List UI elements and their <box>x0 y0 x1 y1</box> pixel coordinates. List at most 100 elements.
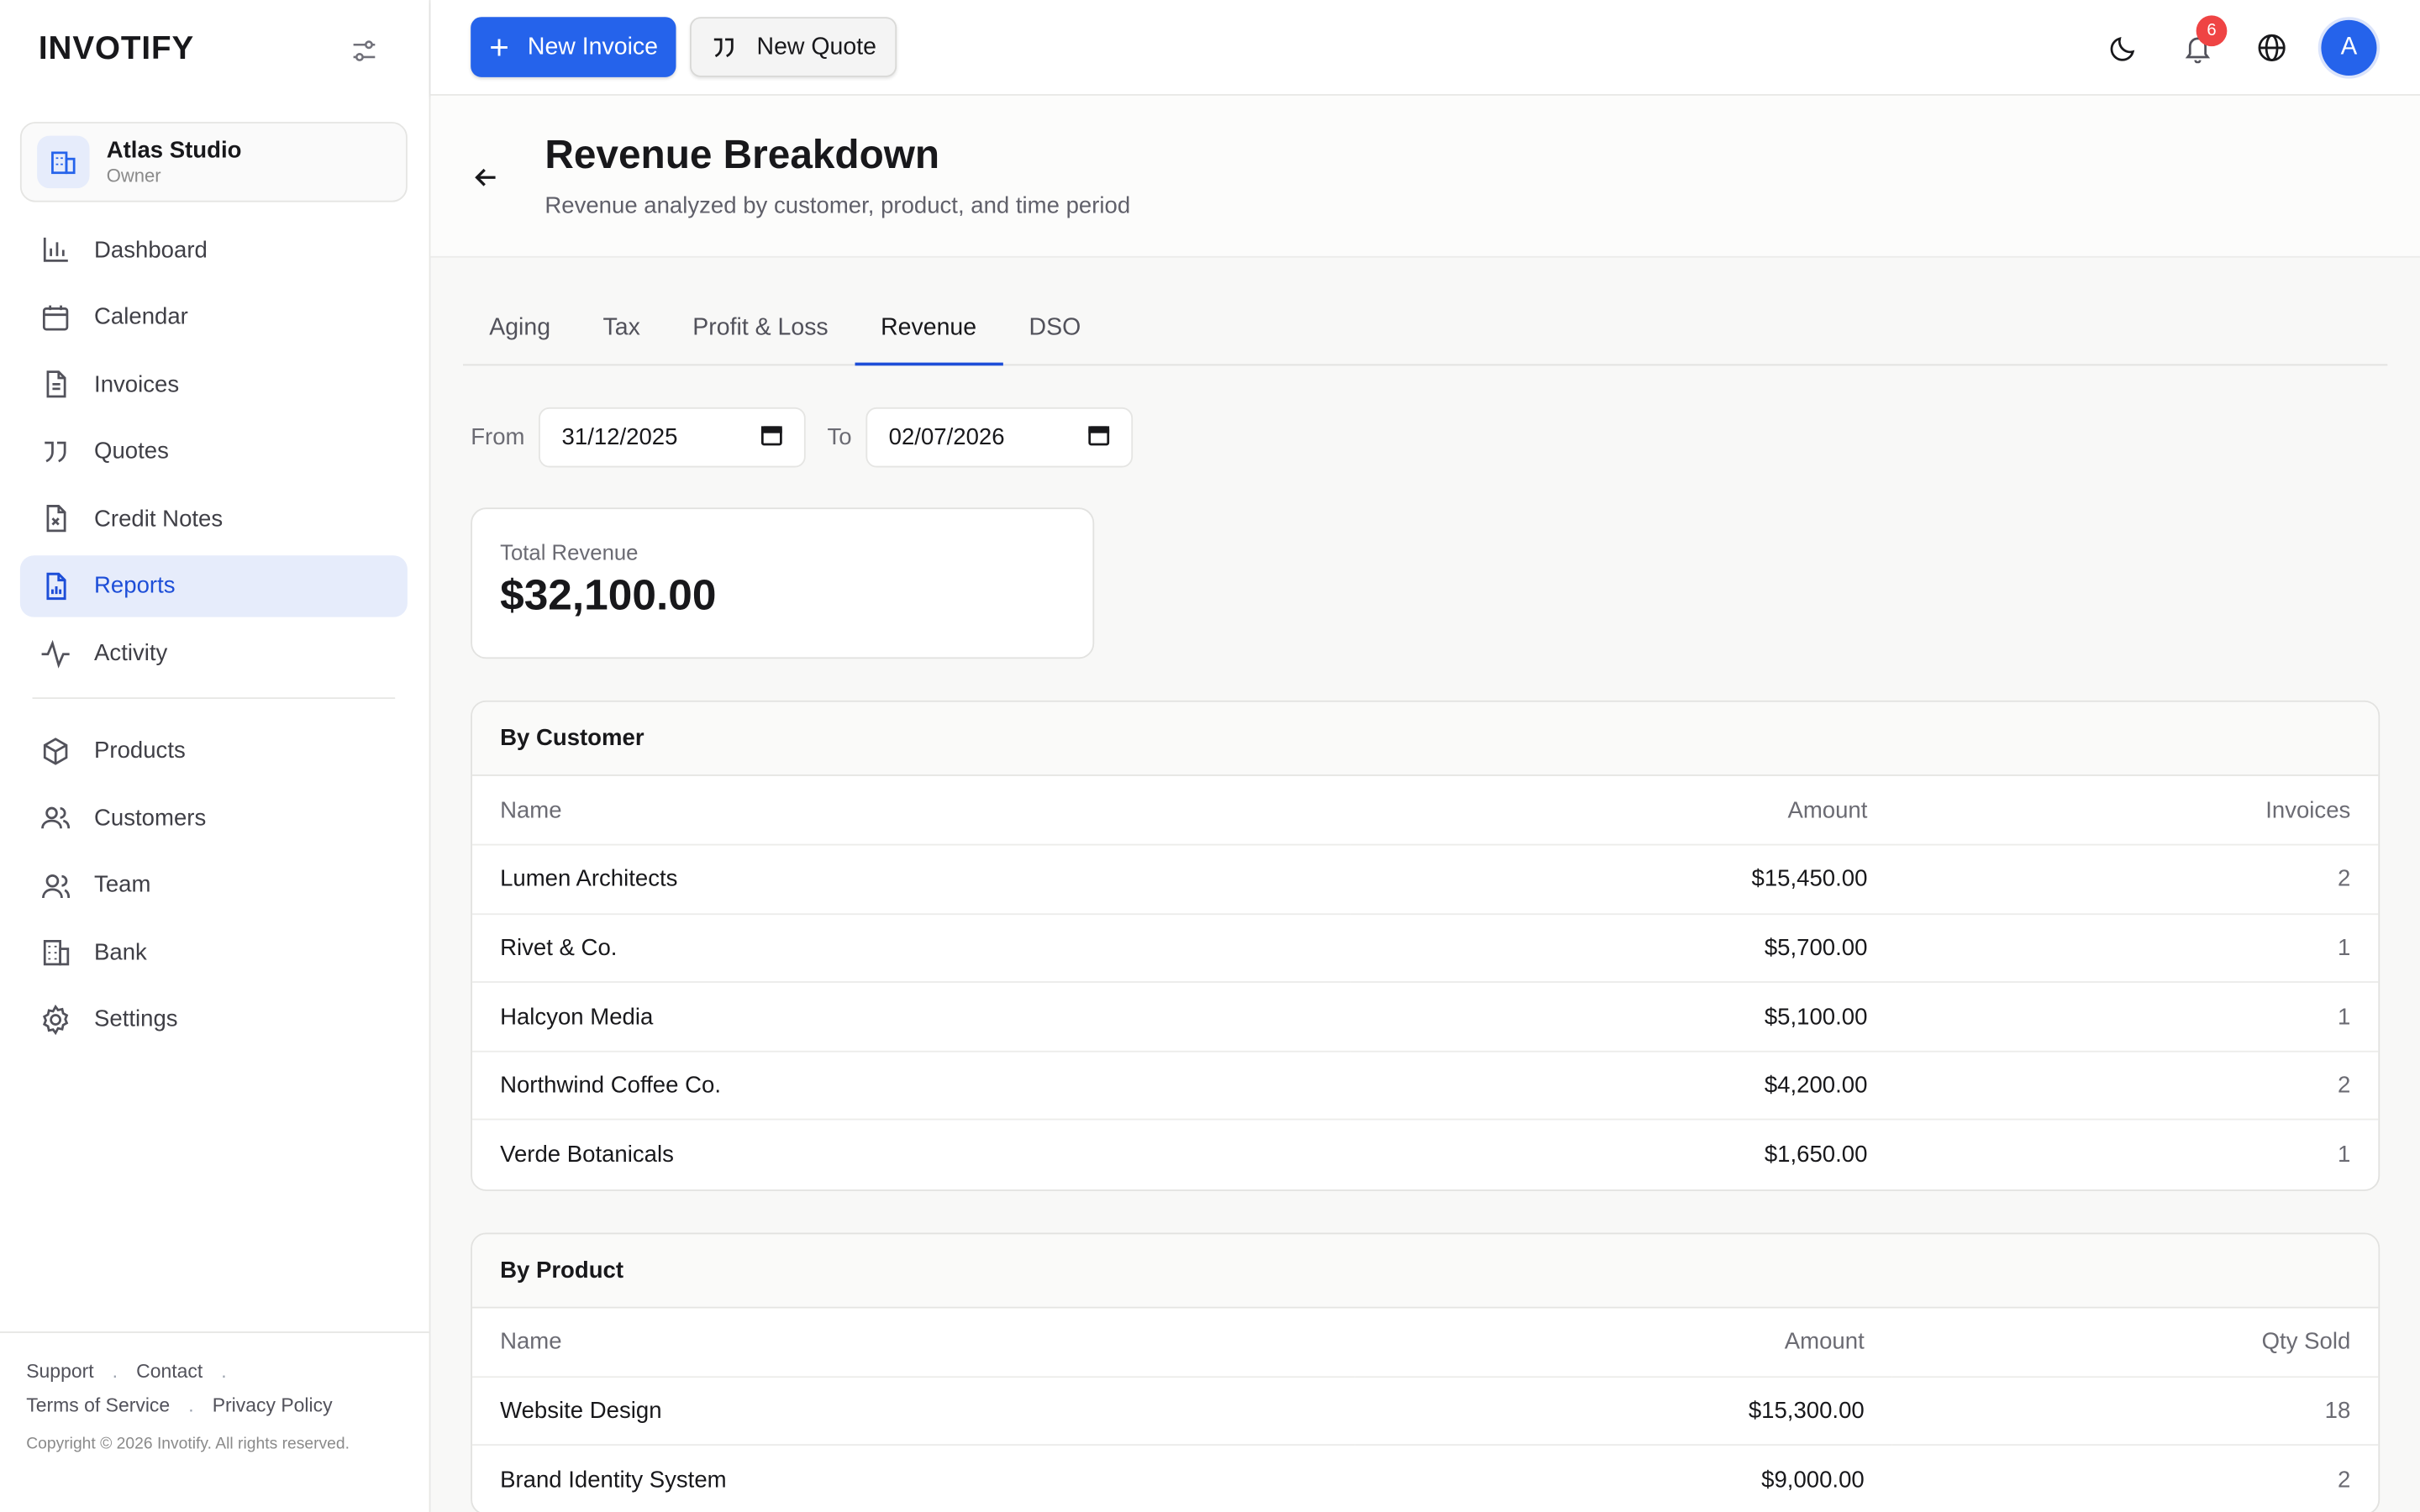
table-header-row: Name Amount Qty Sold <box>472 1307 2379 1378</box>
org-switcher[interactable]: Atlas Studio Owner <box>19 122 408 202</box>
activity-icon <box>39 637 72 670</box>
contact-link[interactable]: Contact <box>136 1361 203 1383</box>
sidebar-item-label: Products <box>94 738 186 764</box>
cell-count: 2 <box>1895 1051 2379 1121</box>
tab-tax[interactable]: Tax <box>576 293 666 364</box>
avatar[interactable]: A <box>2321 19 2377 76</box>
globe-icon[interactable] <box>2241 17 2302 78</box>
sidebar-item-label: Dashboard <box>94 236 208 264</box>
calendar-icon[interactable] <box>760 423 782 451</box>
sidebar-footer: Support . Contact . Terms of Service . P… <box>0 1331 429 1453</box>
table-row: Halcyon Media $5,100.00 1 <box>472 982 2379 1053</box>
footer-separator: . <box>188 1394 194 1417</box>
back-arrow-icon[interactable] <box>471 162 502 193</box>
cell-name: Northwind Coffee Co. <box>472 1051 1351 1121</box>
column-header: Name <box>472 1307 1355 1378</box>
sidebar-item-quotes[interactable]: Quotes <box>20 421 408 482</box>
tab-profit-loss[interactable]: Profit & Loss <box>666 293 855 364</box>
sidebar-item-label: Calendar <box>94 304 188 331</box>
report-content: Aging Tax Profit & Loss Revenue DSO From… <box>463 293 2388 1512</box>
sidebar-item-invoices[interactable]: Invoices <box>20 354 408 415</box>
total-revenue-value: $32,100.00 <box>500 570 717 619</box>
terms-link[interactable]: Terms of Service <box>26 1394 170 1416</box>
file-text-icon <box>39 367 72 401</box>
sidebar-item-label: Invoices <box>94 371 180 398</box>
table-title: By Product <box>472 1233 2379 1308</box>
sidebar-item-label: Settings <box>94 1006 178 1033</box>
table-title: By Customer <box>472 701 2379 776</box>
by-product-table: By Product Name Amount Qty Sold Website … <box>471 1231 2381 1512</box>
sidebar-item-calendar[interactable]: Calendar <box>20 286 408 348</box>
bell-icon[interactable]: 6 <box>2167 15 2228 78</box>
cell-qty: 2 <box>2337 1467 2351 1494</box>
sidebar-item-label: Customers <box>94 805 207 832</box>
team-icon <box>39 869 72 902</box>
cell-amount: $15,450.00 <box>1350 844 1896 915</box>
cell-name: Lumen Architects <box>472 844 1351 915</box>
to-date-input[interactable]: 02/07/2026 <box>865 407 1133 468</box>
sidebar-item-credit-notes[interactable]: Credit Notes <box>20 488 408 549</box>
to-date-value: 02/07/2026 <box>888 424 1005 451</box>
sidebar-item-products[interactable]: Products <box>20 720 408 781</box>
page-header: Revenue Breakdown Revenue analyzed by cu… <box>430 95 2420 258</box>
sidebar-item-dashboard[interactable]: Dashboard <box>20 219 408 281</box>
sidebar-item-bank[interactable]: Bank <box>20 921 408 983</box>
sidebar-item-label: Activity <box>94 640 168 667</box>
org-role: Owner <box>106 165 161 187</box>
page-subtitle: Revenue analyzed by customer, product, a… <box>544 192 1131 219</box>
cell-name: Verde Botanicals <box>500 1142 674 1168</box>
sidebar-item-label: Quotes <box>94 438 169 465</box>
to-label: To <box>827 424 852 451</box>
new-quote-button[interactable]: New Quote <box>690 17 897 77</box>
sidebar-item-label: Bank <box>94 939 147 966</box>
bar-chart-icon <box>39 233 72 266</box>
table-row: Verde Botanicals $1,650.00 1 <box>472 1120 2378 1189</box>
sidebar-item-reports[interactable]: Reports <box>19 555 408 617</box>
cell-count: 1 <box>1895 982 2379 1053</box>
support-link[interactable]: Support <box>26 1361 93 1383</box>
building-icon <box>37 135 90 189</box>
new-quote-label: New Quote <box>756 33 876 60</box>
tab-revenue[interactable]: Revenue <box>854 293 1003 366</box>
tab-aging[interactable]: Aging <box>463 293 576 364</box>
cell-amount: $1,650.00 <box>1764 1142 1868 1168</box>
table-row: Website Design $15,300.00 18 <box>472 1376 2379 1446</box>
total-revenue-label: Total Revenue <box>500 539 639 565</box>
gear-icon <box>39 1003 72 1037</box>
privacy-link[interactable]: Privacy Policy <box>213 1394 333 1416</box>
cell-name: Website Design <box>472 1376 1355 1446</box>
date-filters: From 31/12/2025 To 02/07/2026 <box>471 407 2387 468</box>
new-invoice-button[interactable]: + New Invoice <box>471 17 677 77</box>
sidebar-item-customers[interactable]: Customers <box>20 787 408 848</box>
sidebar-item-label: Reports <box>94 573 176 600</box>
cell-name: Halcyon Media <box>472 982 1351 1053</box>
from-date-input[interactable]: 31/12/2025 <box>539 407 806 468</box>
moon-icon[interactable] <box>2093 17 2154 78</box>
report-icon <box>39 570 72 603</box>
brand-logo: INVOTIFY <box>38 30 195 66</box>
users-icon <box>39 801 72 835</box>
sidebar-item-label: Team <box>94 872 151 899</box>
sliders-icon[interactable] <box>350 37 378 65</box>
building-icon <box>39 936 72 969</box>
sidebar-item-label: Credit Notes <box>94 506 224 533</box>
table-row: Rivet & Co. $5,700.00 1 <box>472 913 2379 984</box>
footer-separator: . <box>112 1360 118 1383</box>
tab-dso[interactable]: DSO <box>1002 293 1107 364</box>
org-name: Atlas Studio <box>106 137 242 164</box>
cell-name: Rivet & Co. <box>472 913 1351 984</box>
page-title: Revenue Breakdown <box>544 131 940 178</box>
sidebar-nav: Dashboard Calendar Invoices Quotes Credi… <box>19 219 408 1056</box>
column-header: Name <box>472 775 1351 846</box>
sidebar-item-settings[interactable]: Settings <box>20 989 408 1050</box>
cell-amount: $5,100.00 <box>1350 982 1896 1053</box>
report-tabs: Aging Tax Profit & Loss Revenue DSO <box>463 293 2388 366</box>
sidebar-item-activity[interactable]: Activity <box>20 622 408 684</box>
quote-icon <box>39 435 72 469</box>
column-header: Invoices <box>1895 775 2379 846</box>
sidebar-item-team[interactable]: Team <box>20 854 408 916</box>
topbar: + New Invoice New Quote 6 A <box>430 0 2420 96</box>
column-header: Amount <box>1355 1307 1892 1378</box>
by-customer-table: By Customer Name Amount Invoices Lumen A… <box>471 700 2381 1191</box>
calendar-icon[interactable] <box>1088 423 1110 451</box>
